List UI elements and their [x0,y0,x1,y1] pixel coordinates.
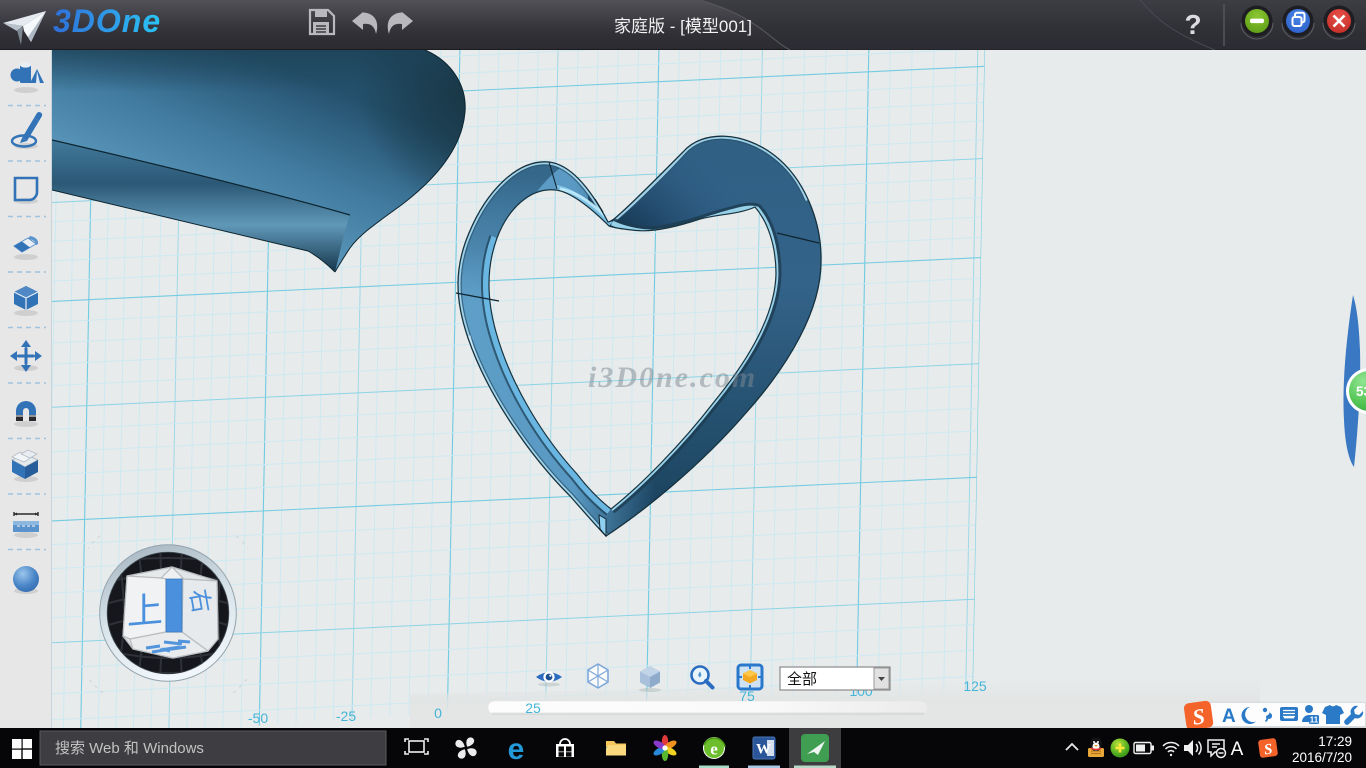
svg-text:A: A [1222,706,1236,727]
svg-text:-25: -25 [336,708,356,724]
svg-text:上: 上 [127,588,163,632]
svg-text:W: W [756,742,771,758]
svg-text:全部: 全部 [787,670,817,688]
svg-text:e: e [508,733,525,766]
svg-text:搜索 Web 和 Windows: 搜索 Web 和 Windows [55,740,204,757]
svg-text:0: 0 [434,705,442,721]
svg-text:e: e [710,740,718,759]
svg-text:A: A [1231,739,1244,760]
svg-text:右: 右 [184,587,215,615]
svg-text:-50: -50 [248,710,268,726]
svg-text:17:29: 17:29 [1318,734,1352,749]
svg-text:11: 11 [1310,716,1319,725]
svg-text:53: 53 [1356,384,1366,399]
svg-text:125: 125 [963,678,987,694]
svg-text:2016/7/20: 2016/7/20 [1292,750,1352,765]
